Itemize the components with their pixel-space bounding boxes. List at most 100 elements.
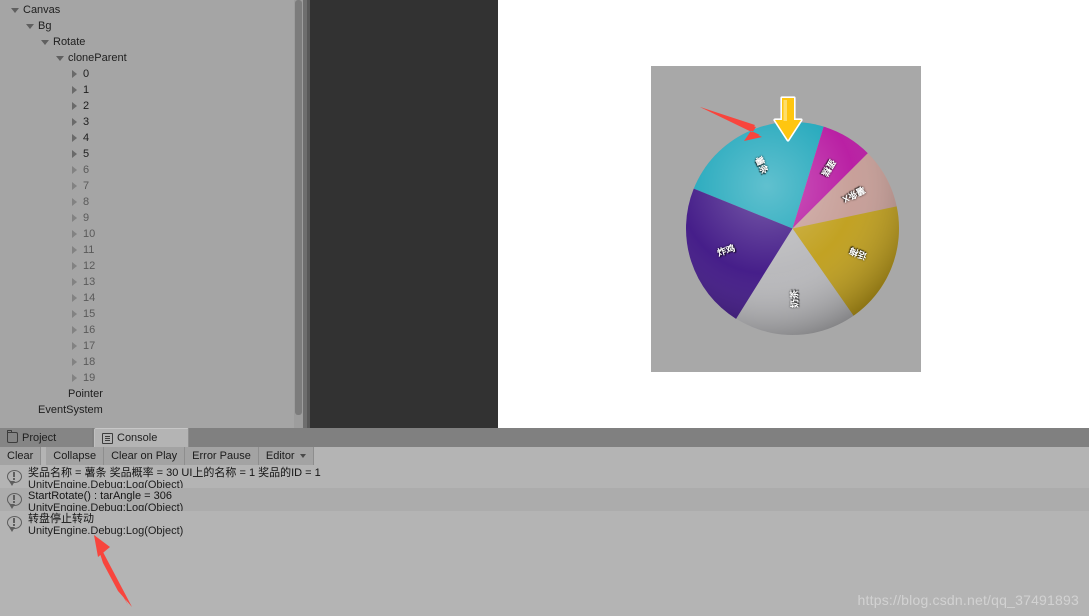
hierarchy-item-1[interactable]: 1 xyxy=(0,82,303,98)
hierarchy-item-label: 2 xyxy=(83,100,90,112)
hierarchy-item-label: 10 xyxy=(83,228,96,240)
hierarchy-item-rotate[interactable]: Rotate xyxy=(0,34,303,50)
console-toolbar[interactable]: Clear Collapse Clear on Play Error Pause… xyxy=(0,447,1089,465)
hierarchy-item-label: cloneParent xyxy=(68,52,127,64)
hierarchy-item-eventsystem[interactable]: EventSystem xyxy=(0,402,303,418)
chevron-right-icon[interactable] xyxy=(70,274,81,290)
wheel-pointer-icon xyxy=(773,96,803,142)
hierarchy-item-18[interactable]: 18 xyxy=(0,354,303,370)
chevron-down-icon[interactable] xyxy=(25,18,36,34)
hierarchy-item-label: Rotate xyxy=(53,36,86,48)
prize-wheel[interactable]: 薯条 蛋糕 薯条X 话梅 奶茶 炸鸡 xyxy=(686,122,899,335)
chevron-right-icon[interactable] xyxy=(70,194,81,210)
hierarchy-item-7[interactable]: 7 xyxy=(0,178,303,194)
clear-button[interactable]: Clear xyxy=(0,447,42,465)
hierarchy-item-15[interactable]: 15 xyxy=(0,306,303,322)
hierarchy-item-13[interactable]: 13 xyxy=(0,274,303,290)
chevron-right-icon[interactable] xyxy=(70,98,81,114)
console-log-text: 转盘停止转动 UnityEngine.Debug:Log(Object) xyxy=(28,513,1089,537)
chevron-right-icon[interactable] xyxy=(70,338,81,354)
chevron-right-icon[interactable] xyxy=(70,146,81,162)
console-log-row[interactable]: 转盘停止转动 UnityEngine.Debug:Log(Object) xyxy=(0,511,1089,537)
chevron-down-icon[interactable] xyxy=(40,34,51,50)
hierarchy-item-0[interactable]: 0 xyxy=(0,66,303,82)
hierarchy-item-bg[interactable]: Bg xyxy=(0,18,303,34)
chevron-right-icon[interactable] xyxy=(70,258,81,274)
chevron-right-icon[interactable] xyxy=(70,354,81,370)
scene-view-panel[interactable] xyxy=(310,0,498,428)
chevron-right-icon[interactable] xyxy=(70,114,81,130)
no-icon xyxy=(55,386,66,402)
tab-console-label: Console xyxy=(117,432,158,444)
hierarchy-item-label: 19 xyxy=(83,372,96,384)
hierarchy-item-label: 8 xyxy=(83,196,90,208)
console-log-row[interactable]: StartRotate() : tarAngle = 306 UnityEngin… xyxy=(0,488,1089,514)
hierarchy-panel[interactable]: Main CameraCanvasBgRotatecloneParent0123… xyxy=(0,0,303,428)
tab-project-label: Project xyxy=(22,431,57,444)
editor-dropdown-label: Editor xyxy=(265,449,295,462)
hierarchy-item-label: 13 xyxy=(83,276,96,288)
editor-dropdown[interactable]: Editor xyxy=(258,447,314,465)
hierarchy-item-16[interactable]: 16 xyxy=(0,322,303,338)
hierarchy-item-11[interactable]: 11 xyxy=(0,242,303,258)
info-log-icon xyxy=(4,513,28,533)
hierarchy-item-label: 9 xyxy=(83,212,90,224)
hierarchy-item-12[interactable]: 12 xyxy=(0,258,303,274)
hierarchy-item-label: 4 xyxy=(83,132,90,144)
game-view-panel[interactable]: 薯条 蛋糕 薯条X 话梅 奶茶 炸鸡 xyxy=(498,0,1089,428)
hierarchy-item-5[interactable]: 5 xyxy=(0,146,303,162)
hierarchy-item-8[interactable]: 8 xyxy=(0,194,303,210)
chevron-right-icon[interactable] xyxy=(70,178,81,194)
hierarchy-scroll-thumb[interactable] xyxy=(295,0,302,415)
chevron-down-icon xyxy=(299,454,306,458)
console-icon xyxy=(102,432,113,444)
hierarchy-item-label: 7 xyxy=(83,180,90,192)
hierarchy-item-2[interactable]: 2 xyxy=(0,98,303,114)
hierarchy-item-19[interactable]: 19 xyxy=(0,370,303,386)
hierarchy-item-pointer[interactable]: Pointer xyxy=(0,386,303,402)
console-log-row[interactable]: 奖品名称 = 薯条 奖品概率 = 30 UI上的名称 = 1 奖品的ID = 1… xyxy=(0,465,1089,491)
hierarchy-item-cloneparent[interactable]: cloneParent xyxy=(0,50,303,66)
hierarchy-item-canvas[interactable]: Canvas xyxy=(0,2,303,18)
toolbar-filler xyxy=(313,447,1089,465)
chevron-right-icon[interactable] xyxy=(70,306,81,322)
hierarchy-item-9[interactable]: 9 xyxy=(0,210,303,226)
hierarchy-item-label: EventSystem xyxy=(38,404,103,416)
hierarchy-item-17[interactable]: 17 xyxy=(0,338,303,354)
hierarchy-item-label: 6 xyxy=(83,164,90,176)
tab-console[interactable]: Console xyxy=(94,428,189,447)
chevron-right-icon[interactable] xyxy=(70,210,81,226)
chevron-down-icon[interactable] xyxy=(55,50,66,66)
chevron-right-icon[interactable] xyxy=(70,130,81,146)
console-log-message: 奖品名称 = 薯条 奖品概率 = 30 UI上的名称 = 1 奖品的ID = 1 xyxy=(28,467,321,479)
console-panel[interactable]: Project Console Clear Collapse Clear on … xyxy=(0,428,1089,616)
chevron-right-icon[interactable] xyxy=(70,226,81,242)
hierarchy-item-3[interactable]: 3 xyxy=(0,114,303,130)
hierarchy-item-10[interactable]: 10 xyxy=(0,226,303,242)
hierarchy-item-14[interactable]: 14 xyxy=(0,290,303,306)
collapse-button[interactable]: Collapse xyxy=(46,447,105,465)
chevron-down-icon[interactable] xyxy=(10,2,21,18)
hierarchy-item-label: 15 xyxy=(83,308,96,320)
chevron-right-icon[interactable] xyxy=(70,66,81,82)
hierarchy-scrollbar[interactable] xyxy=(294,0,303,428)
folder-icon xyxy=(7,430,18,443)
chevron-right-icon[interactable] xyxy=(70,82,81,98)
clear-on-play-button[interactable]: Clear on Play xyxy=(104,447,186,465)
chevron-right-icon[interactable] xyxy=(70,242,81,258)
chevron-right-icon[interactable] xyxy=(70,162,81,178)
chevron-right-icon[interactable] xyxy=(70,290,81,306)
chevron-right-icon[interactable] xyxy=(70,322,81,338)
hierarchy-tree[interactable]: Main CameraCanvasBgRotatecloneParent0123… xyxy=(0,0,303,418)
console-log-message: 转盘停止转动 xyxy=(28,513,94,525)
error-pause-button[interactable]: Error Pause xyxy=(185,447,259,465)
hierarchy-item-label: 0 xyxy=(83,68,90,80)
hierarchy-item-6[interactable]: 6 xyxy=(0,162,303,178)
watermark-text: https://blog.csdn.net/qq_37491893 xyxy=(857,592,1079,608)
hierarchy-item-label: 12 xyxy=(83,260,96,272)
hierarchy-item-4[interactable]: 4 xyxy=(0,130,303,146)
panel-tab-bar[interactable]: Project Console xyxy=(0,428,1089,447)
tab-project[interactable]: Project xyxy=(0,428,92,447)
chevron-right-icon[interactable] xyxy=(70,370,81,386)
hierarchy-item-label: 3 xyxy=(83,116,90,128)
